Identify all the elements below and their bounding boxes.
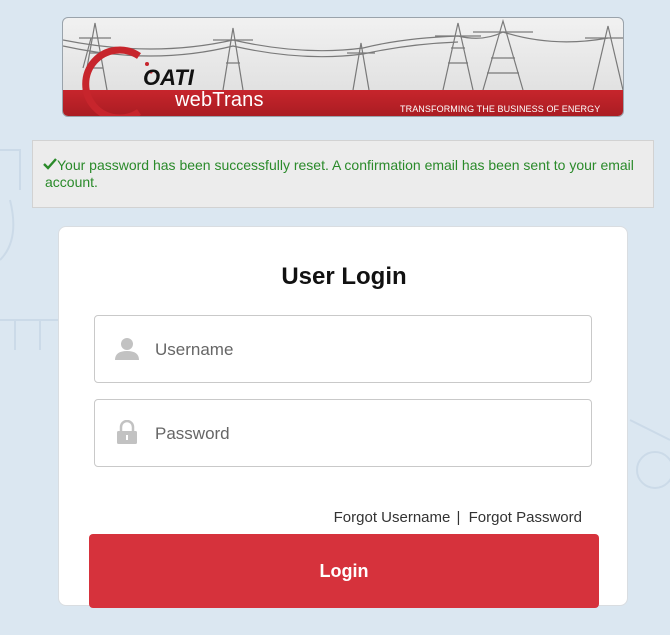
page-title: User Login — [281, 263, 407, 290]
login-card: User Login Username Password Forgot User… — [58, 226, 628, 608]
username-placeholder: Username — [155, 340, 234, 359]
forgot-links: Forgot Username | Forgot Password — [59, 509, 582, 526]
lock-icon — [117, 420, 137, 444]
password-field[interactable]: Password — [94, 399, 592, 467]
password-placeholder: Password — [155, 424, 230, 443]
forgot-password-link[interactable]: Forgot Password — [469, 509, 582, 526]
app-banner: OATI webTrans TRANSFORMING THE BUSINESS … — [62, 17, 624, 117]
login-button[interactable]: Login — [89, 534, 599, 608]
banner-tagline: TRANSFORMING THE BUSINESS OF ENERGY — [400, 104, 601, 114]
success-message: Your password has been successfully rese… — [45, 157, 634, 190]
success-alert: Your password has been successfully rese… — [32, 140, 654, 208]
username-field[interactable]: Username — [94, 315, 592, 383]
forgot-username-link[interactable]: Forgot Username — [334, 509, 451, 526]
product-name: webTrans — [175, 89, 264, 111]
oati-logo: OATI — [143, 65, 194, 90]
user-icon — [115, 338, 139, 360]
link-separator: | — [456, 509, 461, 526]
